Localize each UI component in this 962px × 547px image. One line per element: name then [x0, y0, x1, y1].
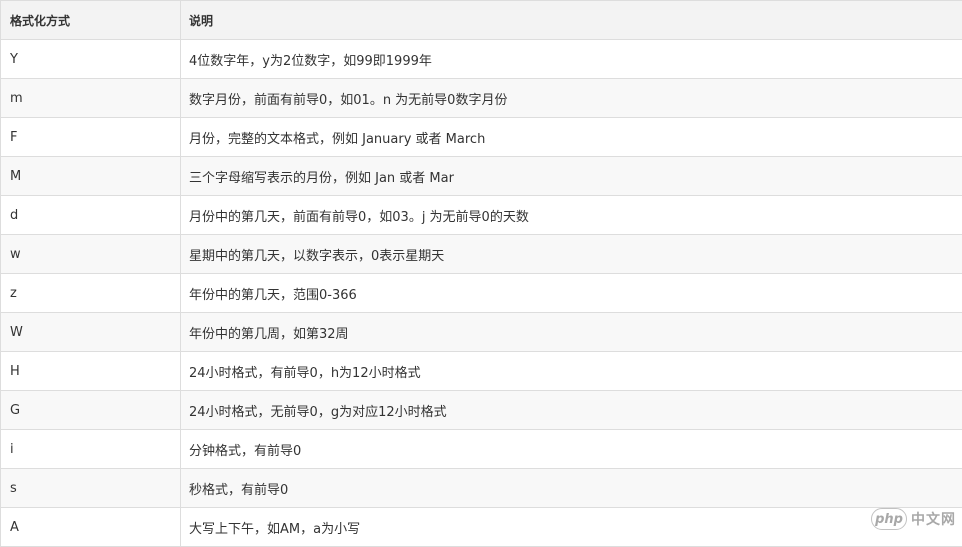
- table-row: A大写上下午，如AM，a为小写: [0, 508, 962, 547]
- description-cell: 星期中的第几天，以数字表示，0表示星期天: [181, 235, 962, 273]
- description-cell: 4位数字年，y为2位数字，如99即1999年: [181, 40, 962, 78]
- table-row: Y4位数字年，y为2位数字，如99即1999年: [0, 40, 962, 79]
- description-cell: 24小时格式，有前导0，h为12小时格式: [181, 352, 962, 390]
- php-logo-icon: php: [871, 508, 907, 530]
- table-row: G24小时格式，无前导0，g为对应12小时格式: [0, 391, 962, 430]
- format-code-cell: m: [0, 79, 181, 117]
- table-row: s秒格式，有前导0: [0, 469, 962, 508]
- format-code-cell: Y: [0, 40, 181, 78]
- table-row: F月份，完整的文本格式，例如 January 或者 March: [0, 118, 962, 157]
- description-cell: 月份中的第几天，前面有前导0，如03。j 为无前导0的天数: [181, 196, 962, 234]
- table-row: i分钟格式，有前导0: [0, 430, 962, 469]
- table-row: M三个字母缩写表示的月份，例如 Jan 或者 Mar: [0, 157, 962, 196]
- table-row: z年份中的第几天，范围0-366: [0, 274, 962, 313]
- format-code-cell: i: [0, 430, 181, 468]
- description-cell: 三个字母缩写表示的月份，例如 Jan 或者 Mar: [181, 157, 962, 195]
- table-row: w星期中的第几天，以数字表示，0表示星期天: [0, 235, 962, 274]
- table-header-row: 格式化方式 说明: [0, 1, 962, 40]
- watermark-text: 中文网: [911, 509, 956, 529]
- format-code-cell: w: [0, 235, 181, 273]
- format-code-cell: M: [0, 157, 181, 195]
- format-table: 格式化方式 说明 Y4位数字年，y为2位数字，如99即1999年m数字月份，前面…: [0, 0, 962, 547]
- description-cell: 月份，完整的文本格式，例如 January 或者 March: [181, 118, 962, 156]
- description-cell: 24小时格式，无前导0，g为对应12小时格式: [181, 391, 962, 429]
- description-cell: 秒格式，有前导0: [181, 469, 962, 507]
- format-code-cell: d: [0, 196, 181, 234]
- format-code-cell: W: [0, 313, 181, 351]
- table-row: d月份中的第几天，前面有前导0，如03。j 为无前导0的天数: [0, 196, 962, 235]
- table-row: W年份中的第几周，如第32周: [0, 313, 962, 352]
- description-cell: 数字月份，前面有前导0，如01。n 为无前导0数字月份: [181, 79, 962, 117]
- format-code-cell: A: [0, 508, 181, 546]
- description-cell: 分钟格式，有前导0: [181, 430, 962, 468]
- description-cell: 年份中的第几周，如第32周: [181, 313, 962, 351]
- format-code-cell: z: [0, 274, 181, 312]
- header-description: 说明: [181, 1, 962, 39]
- format-code-cell: H: [0, 352, 181, 390]
- header-format-method: 格式化方式: [0, 1, 181, 39]
- format-code-cell: s: [0, 469, 181, 507]
- description-cell: 大写上下午，如AM，a为小写: [181, 508, 962, 546]
- table-row: H24小时格式，有前导0，h为12小时格式: [0, 352, 962, 391]
- table-row: m数字月份，前面有前导0，如01。n 为无前导0数字月份: [0, 79, 962, 118]
- php-cn-watermark: php 中文网: [871, 508, 956, 530]
- format-code-cell: F: [0, 118, 181, 156]
- description-cell: 年份中的第几天，范围0-366: [181, 274, 962, 312]
- format-code-cell: G: [0, 391, 181, 429]
